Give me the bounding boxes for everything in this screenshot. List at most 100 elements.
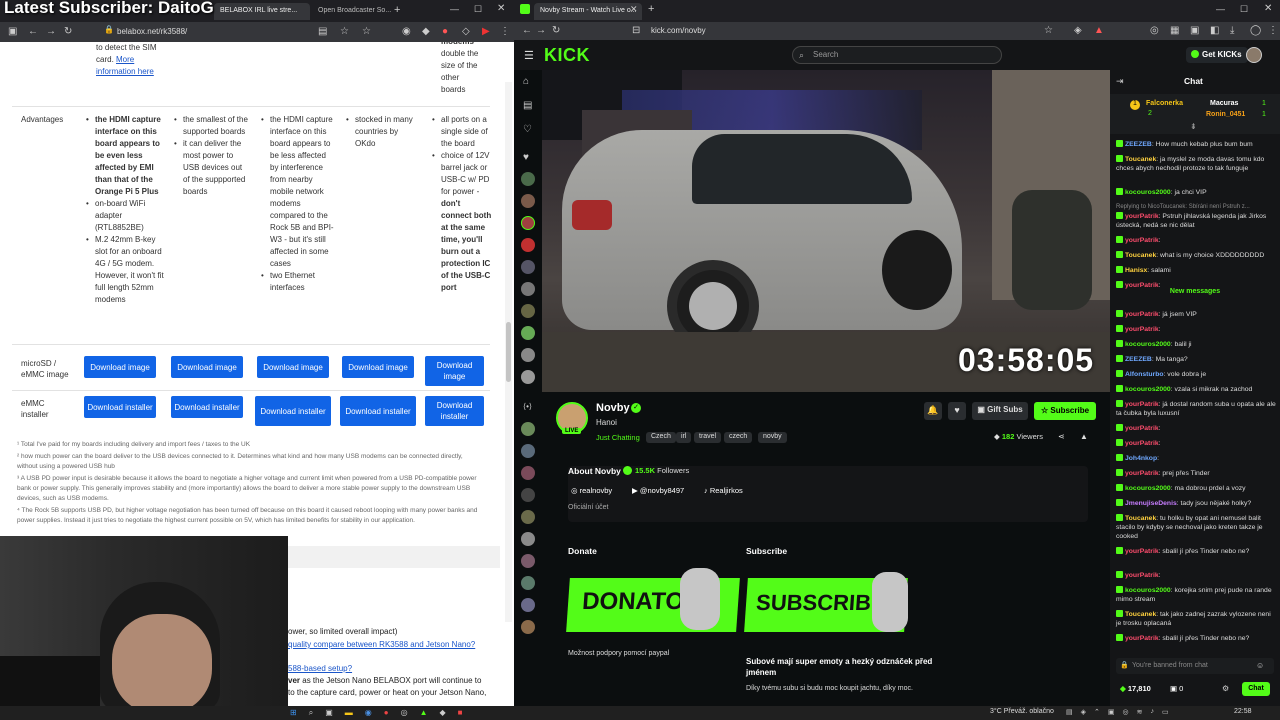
maximize-icon[interactable]: ☐: [474, 4, 482, 15]
streamer-name[interactable]: Novby: [596, 402, 630, 414]
leaderboard-user[interactable]: Macuras: [1210, 100, 1238, 107]
download-icon[interactable]: ⤓: [1230, 25, 1234, 36]
follow-heart-icon[interactable]: ♥: [948, 402, 966, 420]
chat-username[interactable]: yourPatrik: [1125, 237, 1159, 244]
menu-icon[interactable]: ⋮: [1268, 25, 1278, 36]
chat-username[interactable]: Toucanek: [1125, 515, 1156, 522]
chat-username[interactable]: yourPatrik: [1125, 401, 1159, 408]
channel-avatar[interactable]: [521, 510, 535, 524]
tag[interactable]: travel: [694, 432, 722, 443]
menu-icon[interactable]: ⋮: [500, 26, 510, 37]
leaderboard-user[interactable]: Falconerka: [1146, 100, 1183, 107]
channel-avatar[interactable]: [521, 620, 535, 634]
shield-icon[interactable]: ◈: [1074, 25, 1082, 36]
app-icon[interactable]: ▲: [420, 708, 428, 718]
channel-avatar[interactable]: [521, 422, 535, 436]
reader-icon[interactable]: ▤: [318, 26, 327, 37]
extension-icon[interactable]: ◉: [402, 26, 411, 37]
kick-logo[interactable]: KICK: [544, 45, 590, 66]
scrollbar-thumb[interactable]: [506, 322, 511, 382]
battery-icon[interactable]: ▭: [1162, 708, 1169, 718]
chat-username[interactable]: ZEEZEB: [1125, 356, 1152, 363]
windows-start-icon[interactable]: ⊞: [290, 708, 297, 718]
tag[interactable]: novby: [758, 432, 787, 443]
channel-avatar[interactable]: [521, 304, 535, 318]
send-chat-button[interactable]: Chat: [1242, 682, 1270, 696]
tray-icon[interactable]: ▤: [1066, 708, 1073, 718]
tag[interactable]: Czech: [646, 432, 676, 443]
browse-icon[interactable]: ▤: [523, 100, 532, 111]
tag[interactable]: irl: [676, 432, 692, 443]
download-image-button[interactable]: Download image: [171, 356, 243, 378]
extension-icon[interactable]: ▦: [1170, 25, 1179, 36]
star-icon[interactable]: ☆: [1044, 25, 1053, 36]
heart-icon[interactable]: ♥: [523, 152, 529, 163]
download-installer-button[interactable]: Download installer: [84, 396, 156, 418]
chat-username[interactable]: yourPatrik: [1125, 425, 1159, 432]
close-icon[interactable]: ✕: [1264, 3, 1272, 14]
channel-avatar[interactable]: [521, 172, 535, 186]
sidebar-icon[interactable]: ▣: [8, 26, 17, 37]
tiktok-link[interactable]: ♪ Realjirkos: [704, 486, 743, 495]
channel-avatar[interactable]: [521, 444, 535, 458]
channel-avatar[interactable]: [521, 576, 535, 590]
chat-username[interactable]: yourPatrik: [1125, 548, 1159, 555]
tab-belabox[interactable]: BELABOX IRL live stre...: [214, 3, 310, 20]
chat-username[interactable]: Toucanek: [1125, 611, 1156, 618]
extension-icon[interactable]: ◇: [462, 26, 470, 37]
download-image-button[interactable]: Download image: [425, 356, 484, 386]
maximize-icon[interactable]: ☐: [1240, 4, 1248, 15]
chat-username[interactable]: kocouros2000: [1125, 386, 1171, 393]
app-icon[interactable]: ◆: [439, 708, 445, 718]
youtube-icon[interactable]: ▶: [482, 26, 490, 37]
chat-username[interactable]: yourPatrik: [1125, 440, 1159, 447]
forward-icon[interactable]: →: [46, 26, 56, 37]
download-installer-button[interactable]: Download installer: [425, 396, 484, 426]
channel-avatar[interactable]: [521, 326, 535, 340]
chat-username[interactable]: Toucanek: [1125, 252, 1156, 259]
tray-icon[interactable]: ▣: [1108, 708, 1115, 718]
download-image-button[interactable]: Download image: [84, 356, 156, 378]
extension-icon[interactable]: ◎: [1150, 25, 1159, 36]
app-icon[interactable]: ▣: [325, 708, 333, 718]
new-tab-button[interactable]: +: [648, 3, 654, 15]
bell-icon[interactable]: 🔔: [924, 402, 942, 420]
emote-icon[interactable]: ☺: [1256, 661, 1264, 670]
app-icon[interactable]: ●: [384, 708, 389, 718]
new-tab-button[interactable]: +: [394, 4, 400, 16]
back-icon[interactable]: ←: [28, 26, 38, 37]
instagram-link[interactable]: ◎ realnovby: [571, 486, 612, 495]
settings-icon[interactable]: ⚙: [1222, 684, 1229, 693]
tray-icon[interactable]: ◎: [1123, 708, 1129, 718]
chat-username[interactable]: Joh4nkop: [1125, 455, 1157, 462]
forward-icon[interactable]: →: [536, 25, 546, 36]
site-info-icon[interactable]: 🔒: [104, 25, 114, 34]
channel-avatar[interactable]: [521, 238, 535, 252]
folder-icon[interactable]: ▬: [345, 708, 353, 718]
share-icon[interactable]: ⋖: [1058, 432, 1065, 441]
chat-username[interactable]: yourPatrik: [1125, 213, 1159, 220]
reload-icon[interactable]: ↻: [64, 26, 72, 37]
category-link[interactable]: Just Chatting: [596, 433, 640, 442]
chat-username[interactable]: kocouros2000: [1125, 485, 1171, 492]
minimize-icon[interactable]: —: [450, 4, 459, 14]
compare-link[interactable]: quality compare between RK3588 and Jetso…: [288, 640, 475, 649]
collapse-chat-icon[interactable]: ⇥: [1116, 76, 1124, 87]
reload-icon[interactable]: ↻: [552, 25, 560, 36]
extension-icon[interactable]: ◆: [422, 26, 430, 37]
chat-username[interactable]: kocouros2000: [1125, 189, 1171, 196]
scrollbar[interactable]: [505, 82, 512, 702]
chat-username[interactable]: ZEEZEB: [1125, 141, 1152, 148]
download-installer-button[interactable]: Download installer: [255, 396, 331, 426]
right-address-bar[interactable]: kick.com/novby: [651, 26, 706, 35]
chat-username[interactable]: kocouros2000: [1125, 341, 1171, 348]
left-address-bar[interactable]: belabox.net/rk3588/: [117, 25, 327, 39]
clock[interactable]: 22:58: [1234, 708, 1252, 715]
collapse-icon[interactable]: ⟨•⟩: [523, 402, 532, 411]
channel-avatar[interactable]: [521, 216, 535, 230]
channel-avatar[interactable]: [521, 598, 535, 612]
extension-icon[interactable]: ▣: [1190, 25, 1199, 36]
profile-icon[interactable]: ◯: [1250, 25, 1261, 36]
chat-username[interactable]: yourPatrik: [1125, 311, 1159, 318]
extension-icon[interactable]: ◧: [1210, 25, 1219, 36]
